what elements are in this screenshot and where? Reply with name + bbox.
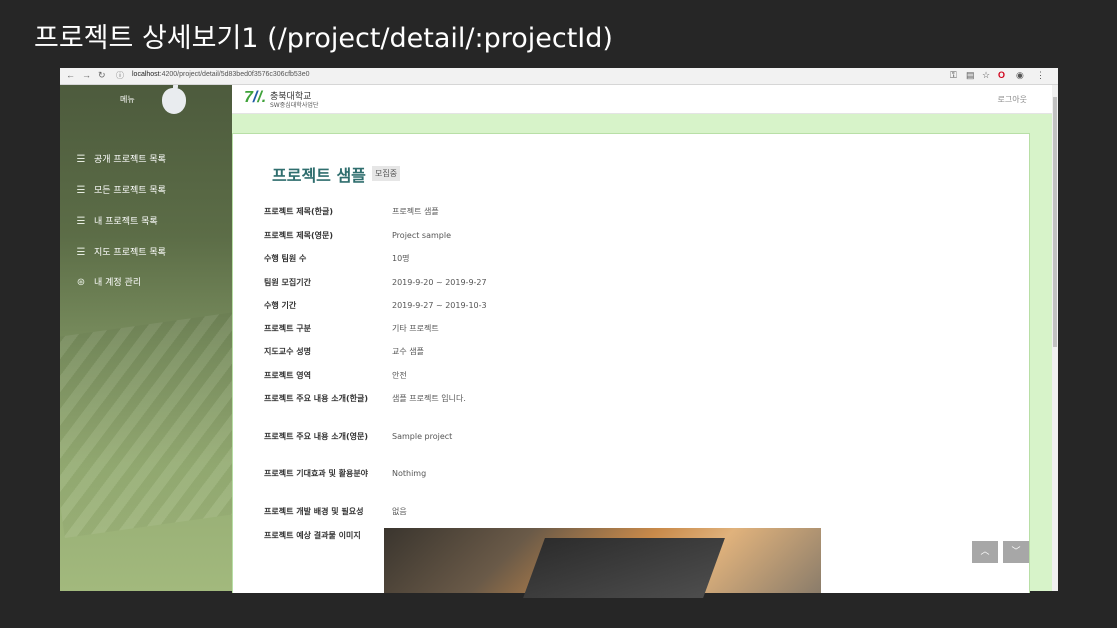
project-title: 프로젝트 샘플 — [272, 166, 366, 185]
field-value: 기타 프로젝트 — [392, 324, 439, 333]
status-badge: 모집중 — [372, 166, 401, 181]
field-label: 프로젝트 개발 배경 및 필요성 — [264, 507, 364, 516]
logo-icon[interactable]: 7//. — [244, 89, 266, 107]
field-value: 샘플 프로젝트 입니다. — [392, 394, 466, 403]
scroll-down-button[interactable]: ﹀ — [1003, 541, 1029, 563]
sidebar-item-account[interactable]: ⊛ 내 계정 관리 — [74, 275, 141, 288]
field-label: 팀원 모집기간 — [264, 278, 311, 287]
list-icon: ☰ — [76, 154, 86, 165]
field-value: Sample project — [392, 432, 453, 441]
field-label: 수행 기간 — [264, 301, 297, 310]
field-label: 프로젝트 제목(영문) — [264, 231, 333, 240]
browser-toolbar: ← → ↻ ⓘ localhost:4200/project/detail/5d… — [60, 68, 1058, 85]
sidebar: 메뉴 ☰ 공개 프로젝트 목록 ☰ 모든 프로젝트 목록 ☰ 내 프로젝트 목록 ☰ 지… — [60, 85, 232, 591]
field-label: 프로젝트 예상 결과물 이미지 — [264, 531, 361, 540]
field-value: 교수 샘플 — [392, 347, 424, 356]
sidebar-item-public-projects[interactable]: ☰ 공개 프로젝트 목록 — [74, 152, 166, 165]
sidebar-title: 메뉴 — [120, 95, 135, 104]
logo-department: SW중심대학사업단 — [270, 102, 319, 109]
sidebar-background-image — [60, 312, 232, 538]
key-icon[interactable]: ⚿ — [950, 70, 957, 81]
scrollbar-thumb[interactable] — [1053, 97, 1057, 347]
slide-title: 프로젝트 상세보기1 (/project/detail/:projectId) — [34, 23, 613, 54]
list-icon: ☰ — [76, 247, 86, 258]
opera-icon[interactable]: O — [998, 70, 1005, 80]
field-label: 프로젝트 영역 — [264, 371, 311, 380]
logout-link[interactable]: 로그아웃 — [998, 94, 1027, 105]
list-icon: ☰ — [76, 216, 86, 227]
address-bar[interactable]: localhost:4200/project/detail/5d83bed0f3… — [132, 71, 310, 78]
forward-icon[interactable]: → — [82, 70, 91, 80]
profile-icon[interactable]: ◉ — [1016, 70, 1024, 81]
sidebar-item-advised-projects[interactable]: ☰ 지도 프로젝트 목록 — [74, 245, 166, 258]
field-value: 2019-9-20 ~ 2019-9-27 — [392, 278, 487, 287]
field-value: 안전 — [392, 371, 407, 380]
field-value: 프로젝트 샘플 — [392, 207, 439, 216]
back-icon[interactable]: ← — [66, 70, 75, 80]
apple-logo-icon — [162, 85, 186, 114]
field-value: Nothimg — [392, 469, 427, 478]
laptop-screen — [523, 538, 725, 598]
user-icon: ⊛ — [76, 277, 86, 288]
reload-icon[interactable]: ↻ — [98, 70, 106, 81]
field-label: 프로젝트 구분 — [264, 324, 311, 333]
field-label: 프로젝트 주요 내용 소개(한글) — [264, 394, 368, 403]
field-value: 10명 — [392, 254, 410, 263]
field-value: Project sample — [392, 231, 451, 240]
project-result-image — [384, 528, 821, 598]
field-label: 지도교수 성명 — [264, 347, 311, 356]
field-value: 없음 — [392, 507, 407, 516]
menu-dots-icon[interactable]: ⋮ — [1036, 70, 1045, 81]
info-icon: ⓘ — [116, 71, 124, 80]
project-detail-panel — [232, 133, 1030, 593]
field-label: 프로젝트 주요 내용 소개(영문) — [264, 432, 368, 441]
sidebar-item-all-projects[interactable]: ☰ 모든 프로젝트 목록 — [74, 183, 166, 196]
translate-icon[interactable]: ▤ — [966, 70, 975, 81]
page-scrollbar[interactable] — [1052, 85, 1058, 591]
sidebar-item-my-projects[interactable]: ☰ 내 프로젝트 목록 — [74, 214, 158, 227]
field-label: 프로젝트 제목(한글) — [264, 207, 333, 216]
scroll-up-button[interactable]: ︿ — [972, 541, 998, 563]
field-label: 프로젝트 기대효과 및 활용분야 — [264, 469, 369, 478]
top-header: 7//. 충북대학교 SW중심대학사업단 로그아웃 — [232, 85, 1052, 114]
field-label: 수행 팀원 수 — [264, 254, 307, 263]
field-value: 2019-9-27 ~ 2019-10-3 — [392, 301, 487, 310]
star-icon[interactable]: ☆ — [982, 70, 990, 81]
list-icon: ☰ — [76, 185, 86, 196]
